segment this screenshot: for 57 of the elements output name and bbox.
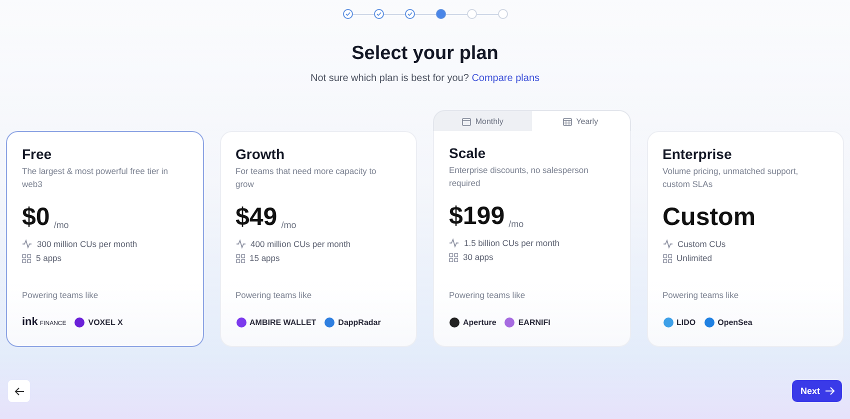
logo-wordmark: OpenSea: [718, 318, 752, 326]
logo-wordmark: EARNIFI: [518, 318, 550, 326]
powered-label: Powering teams like: [22, 290, 100, 300]
plan-name: Enterprise: [662, 146, 733, 162]
activity-icon: [22, 239, 32, 249]
plan-price: $199: [449, 202, 505, 230]
powered-label: Powering teams like: [449, 290, 526, 300]
plan-description: The largest & most powerful free tier in web3: [22, 165, 169, 191]
logo-wordmark: ink: [22, 316, 38, 328]
price-unit: /mo: [54, 220, 69, 230]
next-button[interactable]: Next: [792, 380, 842, 402]
plan-description: For teams that need more capacity to grow: [236, 165, 378, 191]
plan-feature: Unlimited: [676, 253, 712, 263]
logo-wordmark: LIDO: [676, 318, 696, 326]
logo-wordmark: DappRadar: [338, 318, 381, 326]
plan-card[interactable]: Enterprise Volume pricing, unmatched support, custom SLAs Custom Custom CUs Unlimited Powering teams like LIDO OpenSea: [646, 131, 844, 347]
plan-name: Growth: [236, 146, 286, 162]
logo-wordmark: Aperture: [463, 318, 496, 326]
billing-tab[interactable]: Yearly: [532, 111, 630, 131]
plan-feature: Custom CUs: [678, 239, 726, 249]
plan-feature: 1.5 billion CUs per month: [464, 238, 560, 248]
compare-plans-link[interactable]: Compare plans: [472, 73, 540, 84]
plan-feature: 300 million CUs per month: [37, 239, 138, 249]
activity-icon: [449, 238, 459, 248]
logo-wordmark: VOXEL X: [88, 318, 123, 326]
plan-feature: 5 apps: [36, 253, 62, 263]
plan-card[interactable]: Growth For teams that need more capacity to grow $49 /mo 400 million CUs per month 15 apps Powering teams like AMBIRE WALLET DappRadar: [220, 131, 417, 347]
arrow-left-icon: [14, 386, 24, 396]
plan-name: Free: [22, 146, 53, 162]
plan-price: Custom: [662, 203, 756, 231]
grid-icon: [449, 252, 458, 262]
grid-icon: [662, 254, 672, 262]
plan-description: Enterprise discounts, no salesperson required: [449, 164, 590, 190]
calendar-icon: [462, 116, 472, 126]
billing-tab[interactable]: Monthly: [434, 111, 532, 131]
page-title: Select your plan: [352, 43, 498, 65]
back-button[interactable]: [8, 380, 30, 402]
arrow-right-icon: [825, 386, 835, 396]
plan-price: $0: [22, 203, 50, 231]
logo-wordmark: AMBIRE WALLET: [250, 318, 316, 326]
plan-price: $49: [236, 203, 278, 231]
grid-icon: [22, 254, 31, 262]
powered-label: Powering teams like: [662, 290, 740, 300]
subtitle: Not sure which plan is best for you? Compare plans: [310, 73, 540, 84]
plan-name: Scale: [449, 145, 487, 161]
grid-icon: [236, 254, 244, 262]
price-unit: /mo: [281, 220, 296, 230]
activity-icon: [662, 239, 672, 249]
plan-feature: 15 apps: [250, 253, 280, 263]
price-unit: /mo: [508, 219, 524, 229]
plan-feature: 30 apps: [463, 252, 494, 262]
calendar-icon: [563, 116, 572, 126]
plan-feature: 400 million CUs per month: [250, 239, 351, 249]
plan-card[interactable]: Scale Enterprise discounts, no salesperson required $199 /mo 1.5 billion CUs per month 30 apps Powering teams like Aperture EARNIFI: [433, 131, 630, 347]
activity-icon: [236, 239, 246, 249]
powered-label: Powering teams like: [236, 290, 313, 300]
plan-description: Volume pricing, unmatched support, custom SLAs: [662, 165, 800, 191]
